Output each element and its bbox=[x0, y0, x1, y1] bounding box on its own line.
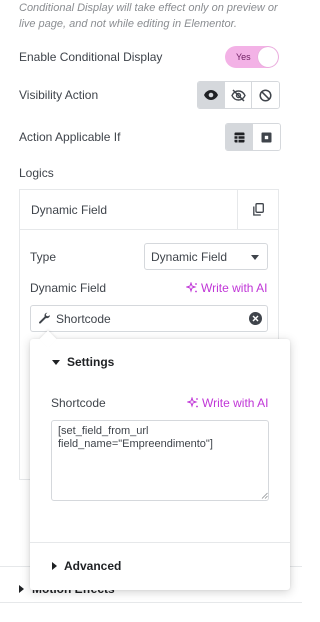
toggle-knob bbox=[258, 47, 278, 67]
hide-option-button[interactable] bbox=[225, 82, 252, 108]
caret-down-icon bbox=[52, 359, 60, 365]
copy-icon bbox=[252, 203, 264, 216]
caret-right-icon bbox=[52, 562, 57, 570]
enable-conditional-display-toggle[interactable]: Yes bbox=[225, 46, 279, 68]
settings-section-header[interactable]: Settings bbox=[52, 355, 114, 369]
repeater-item-header[interactable]: Dynamic Field bbox=[20, 190, 278, 230]
dynamic-tag-settings-popover: Settings Shortcode Write with AI [set_fi… bbox=[30, 330, 290, 590]
editor-panel: Conditional Display will take effect onl… bbox=[0, 0, 302, 622]
write-with-ai-text: Write with AI bbox=[202, 396, 269, 410]
any-condition-icon bbox=[261, 132, 272, 142]
clear-icon[interactable] bbox=[249, 312, 262, 325]
section-divider bbox=[0, 602, 302, 603]
action-applicable-if-label: Action Applicable If bbox=[19, 130, 121, 144]
settings-title: Settings bbox=[67, 355, 115, 369]
enable-conditional-display-label: Enable Conditional Display bbox=[19, 50, 163, 64]
ban-icon bbox=[259, 88, 272, 102]
dynamic-field-tag[interactable]: Shortcode bbox=[30, 305, 268, 332]
show-option-button[interactable] bbox=[198, 82, 225, 108]
ai-sparkle-icon bbox=[186, 282, 197, 293]
visibility-action-label: Visibility Action bbox=[19, 88, 99, 102]
resize-handle-icon[interactable] bbox=[261, 492, 268, 499]
action-applicable-if-choices bbox=[225, 123, 281, 151]
write-with-ai-link[interactable]: Write with AI bbox=[186, 281, 267, 295]
advanced-title: Advanced bbox=[64, 559, 122, 573]
duplicate-button[interactable] bbox=[237, 190, 278, 229]
visibility-action-choices bbox=[197, 81, 280, 109]
conditional-display-notice: Conditional Display will take effect onl… bbox=[19, 2, 278, 30]
logics-label: Logics bbox=[19, 166, 54, 180]
type-select-value: Dynamic Field bbox=[151, 249, 228, 264]
shortcode-textarea[interactable]: [set_field_from_url field_name="Empreend… bbox=[51, 420, 269, 501]
type-select[interactable]: Dynamic Field bbox=[144, 243, 268, 270]
shortcode-label: Shortcode bbox=[51, 396, 106, 410]
all-conditions-icon bbox=[234, 132, 244, 142]
type-label: Type bbox=[30, 250, 57, 264]
ai-sparkle-icon bbox=[187, 397, 198, 408]
wrench-icon bbox=[37, 312, 51, 326]
popover-divider bbox=[30, 542, 290, 543]
advanced-section-header[interactable]: Advanced bbox=[52, 559, 121, 573]
repeater-item-title: Dynamic Field bbox=[31, 203, 108, 217]
any-condition-button[interactable] bbox=[253, 124, 280, 150]
write-with-ai-link[interactable]: Write with AI bbox=[187, 396, 268, 410]
dynamic-field-tag-label: Shortcode bbox=[56, 311, 111, 326]
disable-option-button[interactable] bbox=[252, 82, 279, 108]
toggle-text: Yes bbox=[236, 52, 251, 62]
dynamic-field-label: Dynamic Field bbox=[30, 281, 107, 295]
eye-icon bbox=[204, 90, 218, 100]
chevron-down-icon bbox=[251, 255, 259, 260]
caret-right-icon bbox=[19, 585, 24, 593]
all-conditions-button[interactable] bbox=[226, 124, 253, 150]
eye-slash-icon bbox=[230, 88, 246, 102]
write-with-ai-text: Write with AI bbox=[201, 281, 268, 295]
